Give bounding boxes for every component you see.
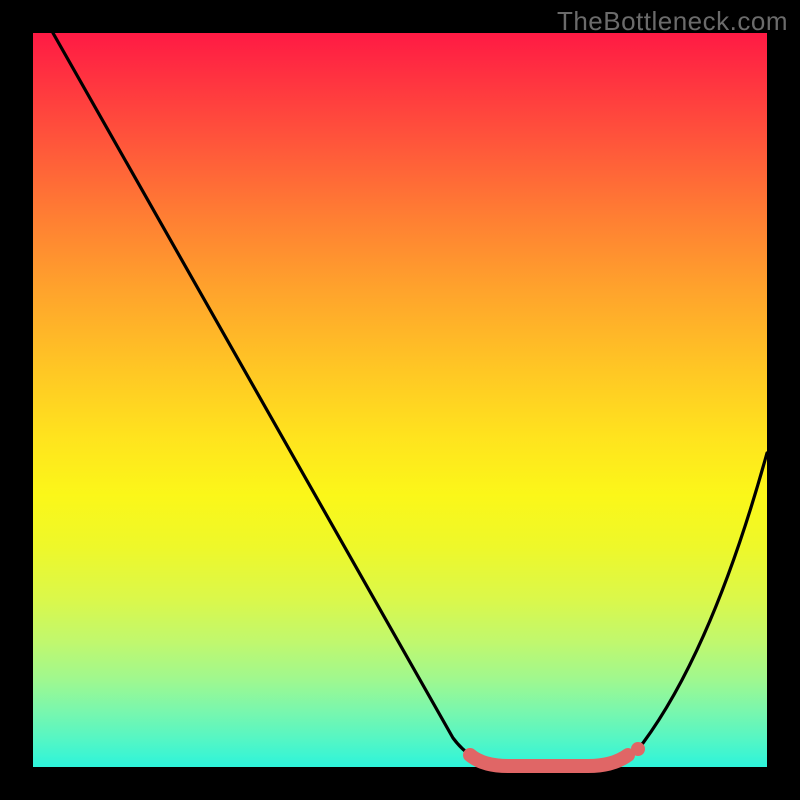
watermark-text: TheBottleneck.com xyxy=(557,6,788,37)
bottleneck-curve xyxy=(53,33,767,765)
bottleneck-curve-svg xyxy=(33,33,767,767)
chart-frame: TheBottleneck.com xyxy=(0,0,800,800)
flat-region-end-dot xyxy=(631,742,645,756)
flat-region-marker xyxy=(470,755,628,766)
